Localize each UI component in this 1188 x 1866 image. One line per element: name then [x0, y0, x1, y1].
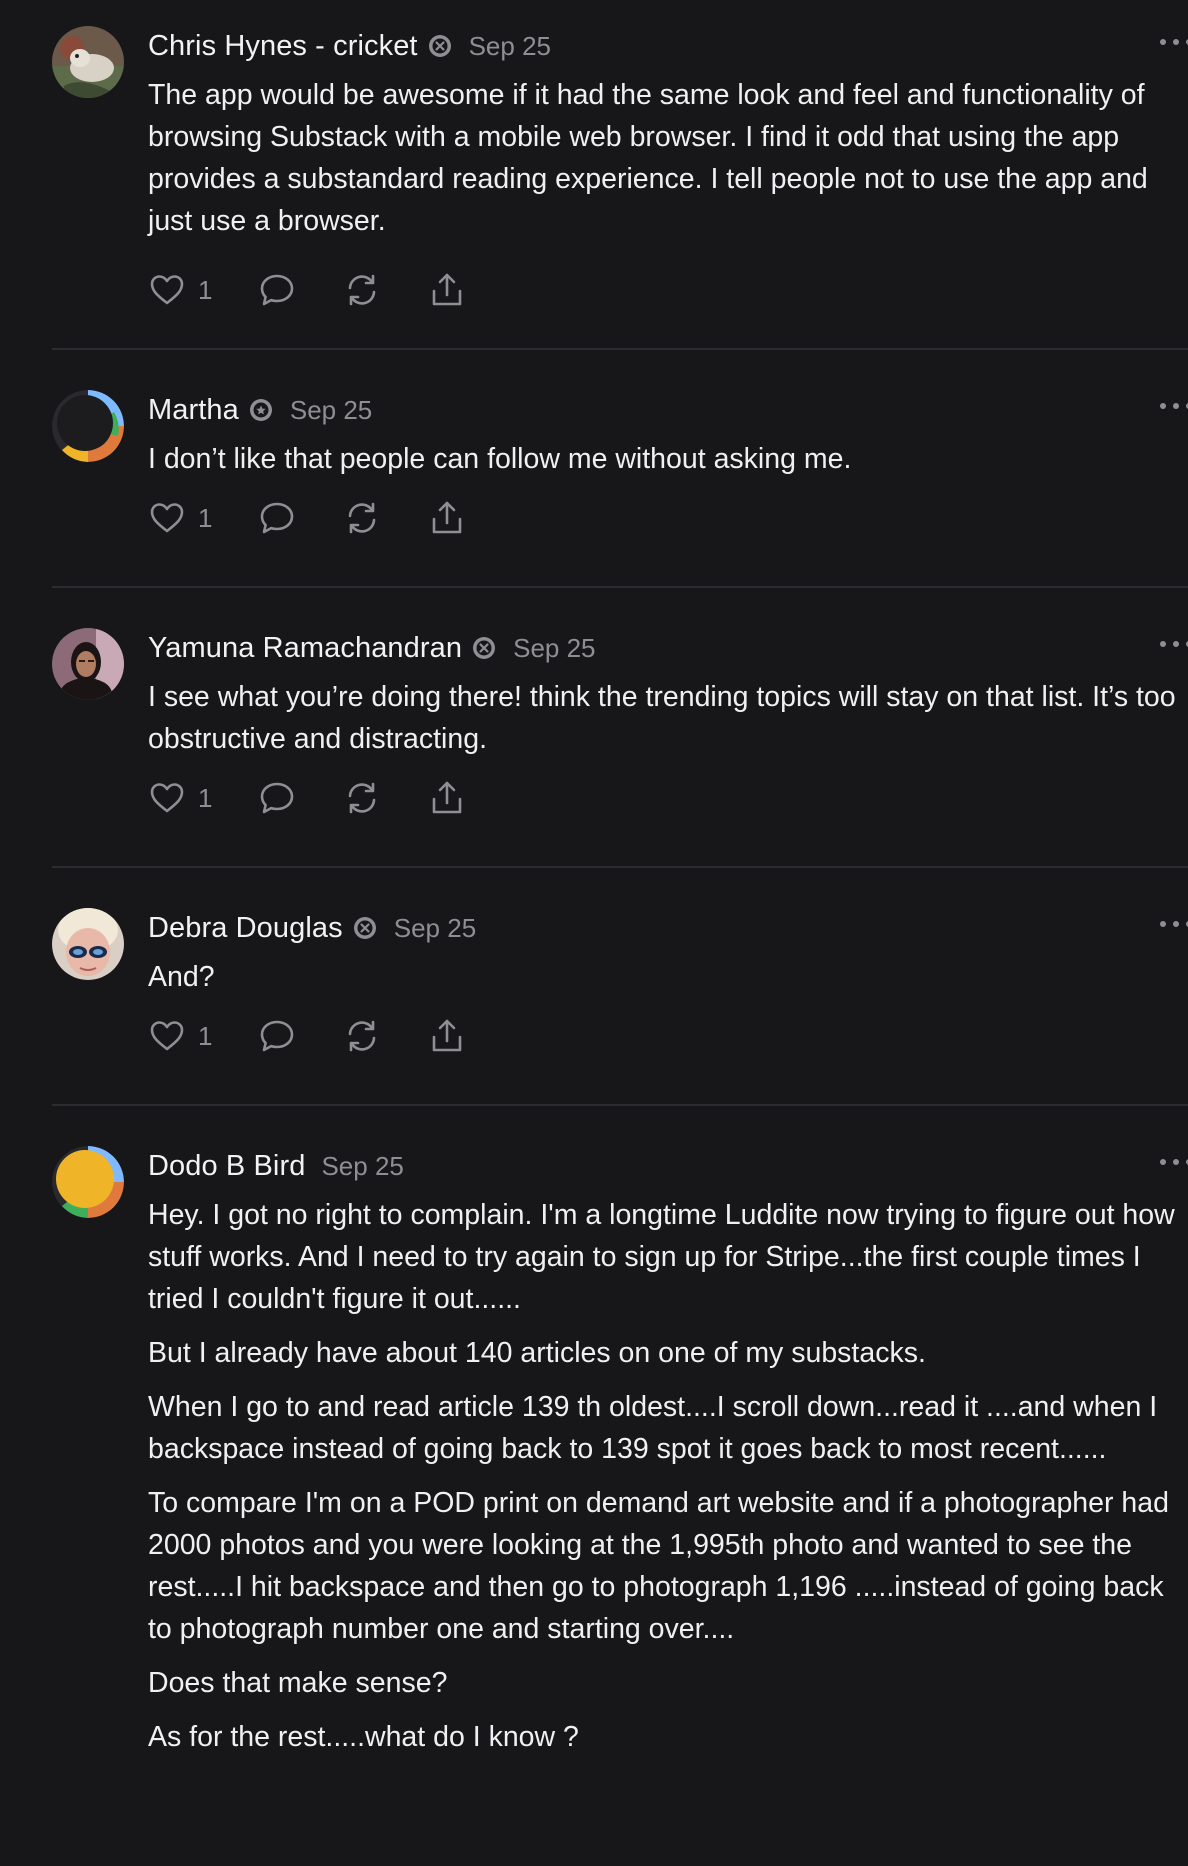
more-options-icon[interactable] — [1160, 912, 1188, 936]
heart-icon — [150, 503, 184, 533]
restack-button[interactable] — [343, 1017, 428, 1055]
comment-text: The app would be awesome if it had the s… — [148, 74, 1188, 242]
comment-paragraph: Hey. I got no right to complain. I'm a l… — [148, 1199, 1175, 1315]
comment-icon — [260, 1020, 294, 1052]
comment-header: Chris Hynes - cricket Sep 25 — [148, 26, 1188, 66]
heart-icon — [150, 783, 184, 813]
comment-date: Sep 25 — [513, 632, 596, 663]
avatar[interactable] — [52, 1146, 124, 1218]
comment: Yamuna Ramachandran Sep 25 I see what yo… — [52, 588, 1188, 868]
comment-text: And? — [148, 956, 1188, 998]
more-options-icon[interactable] — [1160, 632, 1188, 656]
reply-button[interactable] — [258, 779, 343, 817]
more-options-icon[interactable] — [1160, 394, 1188, 418]
avatar[interactable] — [52, 628, 124, 700]
comment-header: Martha Sep 25 — [148, 390, 1188, 430]
comment-actions: 1 — [148, 498, 1188, 538]
more-options-icon[interactable] — [1160, 1150, 1188, 1174]
reply-button[interactable] — [258, 1017, 343, 1055]
comment-header: Yamuna Ramachandran Sep 25 — [148, 628, 1188, 668]
share-icon — [432, 273, 462, 306]
share-icon — [432, 781, 462, 814]
comment: Martha Sep 25 I don’t like that people c… — [52, 350, 1188, 588]
avatar[interactable] — [52, 908, 124, 980]
comment-icon — [260, 274, 294, 306]
comment-paragraph: To compare I'm on a POD print on demand … — [148, 1487, 1169, 1645]
comment-paragraph: The app would be awesome if it had the s… — [148, 79, 1148, 237]
comment: Chris Hynes - cricket Sep 25 The app wou… — [52, 0, 1188, 350]
restack-icon — [348, 502, 376, 534]
restack-button[interactable] — [343, 779, 428, 817]
share-button[interactable] — [428, 779, 478, 817]
subscriber-badge-icon — [248, 397, 274, 423]
like-button[interactable]: 1 — [148, 1017, 258, 1055]
restack-icon — [348, 782, 376, 814]
share-button[interactable] — [428, 1017, 478, 1055]
author-name[interactable]: Yamuna Ramachandran — [148, 632, 462, 665]
comment-paragraph: But I already have about 140 articles on… — [148, 1337, 926, 1369]
author-name[interactable]: Debra Douglas — [148, 912, 343, 945]
share-icon — [432, 1019, 462, 1052]
like-count: 1 — [198, 782, 213, 813]
restack-button[interactable] — [343, 271, 428, 309]
comment-paragraph: I don’t like that people can follow me w… — [148, 443, 852, 475]
like-count: 1 — [198, 1020, 213, 1051]
comment-paragraph: And? — [148, 961, 215, 993]
restack-icon — [348, 274, 376, 306]
author-name[interactable]: Dodo B Bird — [148, 1150, 305, 1183]
comment-actions: 1 — [148, 1016, 1188, 1056]
share-button[interactable] — [428, 499, 478, 537]
comment-paragraph: Does that make sense? — [148, 1667, 448, 1699]
subscriber-badge-icon — [427, 33, 453, 59]
comment-icon — [260, 502, 294, 534]
heart-icon — [150, 275, 184, 305]
like-button[interactable]: 1 — [148, 271, 258, 309]
author-name[interactable]: Chris Hynes - cricket — [148, 30, 418, 63]
restack-icon — [348, 1020, 376, 1052]
like-button[interactable]: 1 — [148, 779, 258, 817]
comment-actions: 1 — [148, 778, 1188, 818]
comment-date: Sep 25 — [393, 912, 477, 943]
share-button[interactable] — [428, 271, 478, 309]
comment-date: Sep 25 — [468, 30, 551, 61]
comment-actions: 1 — [148, 270, 1188, 310]
comment-text: I see what you’re doing there! think the… — [148, 676, 1188, 760]
comment-icon — [260, 782, 294, 814]
like-count: 1 — [198, 274, 213, 305]
author-name[interactable]: Martha — [148, 394, 239, 427]
like-count: 1 — [198, 502, 213, 533]
like-button[interactable]: 1 — [148, 499, 258, 537]
avatar[interactable] — [52, 26, 124, 98]
heart-icon — [150, 1021, 184, 1051]
comment-date: Sep 25 — [289, 394, 373, 425]
comment-header: Dodo B Bird Sep 25 — [148, 1146, 1188, 1186]
subscriber-badge-icon — [471, 635, 497, 661]
avatar[interactable] — [52, 390, 124, 462]
comment: Dodo B Bird Sep 25 Hey. I got no right t… — [52, 1106, 1188, 1866]
comment-paragraph: When I go to and read article 139 th old… — [148, 1391, 1158, 1465]
restack-button[interactable] — [343, 499, 428, 537]
reply-button[interactable] — [258, 271, 343, 309]
comment-text: I don’t like that people can follow me w… — [148, 438, 1188, 480]
comment-paragraph: I see what you’re doing there! think the… — [148, 681, 1176, 755]
reply-button[interactable] — [258, 499, 343, 537]
share-icon — [432, 501, 462, 534]
comment-paragraph: As for the rest.....what do I know ? — [148, 1721, 579, 1753]
comment-feed: Chris Hynes - cricket Sep 25 The app wou… — [0, 0, 1188, 1866]
more-options-icon[interactable] — [1160, 30, 1188, 54]
comment-header: Debra Douglas Sep 25 — [148, 908, 1188, 948]
subscriber-badge-icon — [352, 915, 378, 941]
comment-date: Sep 25 — [321, 1150, 404, 1181]
comment: Debra Douglas Sep 25 And? 1 — [52, 868, 1188, 1106]
comment-text: Hey. I got no right to complain. I'm a l… — [148, 1194, 1188, 1758]
